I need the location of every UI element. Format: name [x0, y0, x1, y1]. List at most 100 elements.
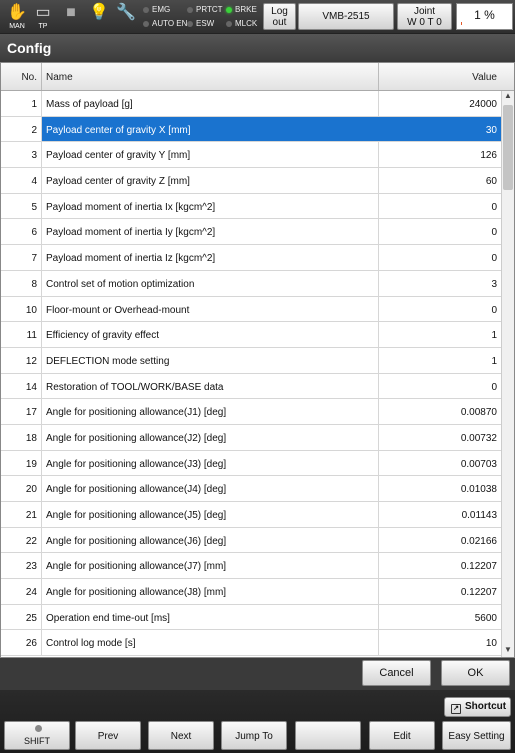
indicator-mlck: MLCK: [226, 19, 257, 29]
lightbulb-icon: 💡: [87, 3, 111, 31]
row-number: 4: [1, 168, 42, 193]
table-row[interactable]: 1 Mass of payload [g] 24000: [1, 91, 501, 117]
row-name: Angle for positioning allowance(J3) [deg…: [42, 450, 379, 476]
row-value: 10: [485, 638, 497, 650]
shortcut-icon: ↗: [451, 704, 461, 714]
table-row[interactable]: 11 Efficiency of gravity effect 1: [1, 322, 501, 348]
pendant-icon: ▭: [35, 4, 51, 21]
header-no[interactable]: No.: [1, 63, 42, 90]
table-row[interactable]: 10 Floor-mount or Overhead-mount 0: [1, 296, 501, 323]
row-value: 1: [491, 330, 497, 342]
table-row[interactable]: 17 Angle for positioning allowance(J1) [d…: [1, 399, 501, 425]
robot-model-button[interactable]: VMB-2515: [298, 3, 394, 30]
header-value[interactable]: Value: [379, 63, 501, 90]
easy-setting-button[interactable]: Easy Setting: [442, 721, 511, 750]
row-name: Efficiency of gravity effect: [42, 322, 379, 347]
manual-mode-icon[interactable]: ✋ MAN: [5, 3, 29, 31]
table-body: 1 Mass of payload [g] 24000 2 Payload center…: [1, 91, 501, 657]
joint-mode-button[interactable]: Joint W 0 T 0: [397, 3, 452, 30]
row-value: 0: [491, 253, 497, 265]
cancel-button[interactable]: Cancel: [362, 660, 431, 686]
indicator-emg: EMG: [143, 5, 170, 15]
prev-button[interactable]: Prev: [75, 721, 141, 750]
scroll-up-icon[interactable]: ▲: [502, 91, 514, 103]
row-number: 20: [1, 476, 42, 501]
row-number: 19: [1, 450, 42, 476]
table-row[interactable]: 23 Angle for positioning allowance(J7) [m…: [1, 553, 501, 580]
next-button[interactable]: Next: [148, 721, 214, 750]
row-value: 0.02166: [460, 535, 497, 547]
row-number: 8: [1, 270, 42, 296]
row-value: 3: [491, 278, 497, 290]
vertical-scrollbar[interactable]: ▲ ▼: [501, 91, 514, 657]
row-value: 0.00703: [460, 458, 497, 470]
row-number: 7: [1, 245, 42, 270]
table-row[interactable]: 24 Angle for positioning allowance(J8) [m…: [1, 579, 501, 605]
row-number: 12: [1, 347, 42, 373]
scroll-down-icon[interactable]: ▼: [502, 645, 514, 657]
table-row[interactable]: 20 Angle for positioning allowance(J4) [d…: [1, 476, 501, 502]
row-number: 3: [1, 142, 42, 168]
status-bar: ✋ MAN ▭ TP ■ 💡 🔧 EMG AUTO EN PRTCT ESW B…: [0, 0, 515, 34]
table-row[interactable]: 22 Angle for positioning allowance(J6) [d…: [1, 527, 501, 554]
table-row[interactable]: 21 Angle for positioning allowance(J5) [d…: [1, 502, 501, 528]
row-value: 0: [491, 304, 497, 316]
prtct-label: PRTCT: [196, 5, 223, 14]
table-row[interactable]: 25 Operation end time-out [ms] 5600: [1, 604, 501, 631]
table-row[interactable]: 26 Control log mode [s] 10: [1, 630, 501, 657]
indicator-auto-en: AUTO EN: [143, 19, 187, 29]
row-value: 60: [485, 176, 497, 188]
row-value: 0.12207: [460, 587, 497, 599]
ok-button[interactable]: OK: [441, 660, 510, 686]
table-row[interactable]: 5 Payload moment of inertia Ix [kgcm^2] 0: [1, 193, 501, 220]
row-name: Payload moment of inertia Ix [kgcm^2]: [42, 193, 379, 219]
row-number: 25: [1, 604, 42, 630]
row-number: 23: [1, 553, 42, 579]
speed-bar: [461, 22, 462, 25]
shift-button[interactable]: SHIFT: [4, 721, 70, 750]
row-value: 0: [491, 201, 497, 213]
table-row[interactable]: 12 DEFLECTION mode setting 1: [1, 347, 501, 374]
table-row[interactable]: 8 Control set of motion optimization 3: [1, 270, 501, 297]
row-value: 0: [491, 227, 497, 239]
jump-to-button[interactable]: Jump To: [221, 721, 287, 750]
table-row[interactable]: 6 Payload moment of inertia Iy [kgcm^2] 0: [1, 219, 501, 246]
indicator-esw: ESW: [187, 19, 214, 29]
emg-label: EMG: [152, 5, 171, 14]
table-row[interactable]: 14 Restoration of TOOL/WORK/BASE data 0: [1, 373, 501, 400]
speed-override-display[interactable]: 1 %: [456, 3, 513, 30]
table-row[interactable]: 4 Payload center of gravity Z [mm] 60: [1, 168, 501, 194]
teach-pendant-icon[interactable]: ▭ TP: [31, 3, 55, 31]
row-number: 2: [1, 116, 42, 142]
robot-model-label: VMB-2515: [322, 11, 370, 22]
indicator-brke: BRKE: [226, 5, 257, 15]
emg-led: [143, 6, 149, 13]
blank-function-button[interactable]: [295, 721, 361, 750]
row-name: Payload moment of inertia Iy [kgcm^2]: [42, 219, 379, 245]
table-row[interactable]: 2 Payload center of gravity X [mm] 30: [1, 116, 501, 143]
logout-label-1: Log: [271, 5, 288, 17]
table-row[interactable]: 18 Angle for positioning allowance(J2) [d…: [1, 424, 501, 451]
row-value: 0.01143: [461, 510, 497, 521]
table-row[interactable]: 3 Payload center of gravity Y [mm] 126: [1, 142, 501, 169]
header-name[interactable]: Name: [42, 63, 379, 90]
table-row[interactable]: 19 Angle for positioning allowance(J3) [d…: [1, 450, 501, 477]
shortcut-button[interactable]: ↗ Shortcut: [444, 697, 511, 717]
speed-value: 1 %: [474, 8, 495, 22]
page-title: Config: [0, 34, 515, 61]
row-name: Payload center of gravity X [mm]: [42, 116, 379, 142]
brke-led: [226, 6, 232, 13]
teach-pendant-screen: ✋ MAN ▭ TP ■ 💡 🔧 EMG AUTO EN PRTCT ESW B…: [0, 0, 515, 753]
edit-button[interactable]: Edit: [369, 721, 435, 750]
row-name: Angle for positioning allowance(J7) [mm]: [42, 553, 379, 579]
logout-label-2: out: [272, 16, 287, 28]
row-name: Angle for positioning allowance(J5) [deg…: [42, 502, 379, 527]
row-number: 17: [1, 399, 42, 424]
row-name: Floor-mount or Overhead-mount: [42, 296, 379, 322]
row-number: 1: [1, 91, 42, 116]
scroll-thumb[interactable]: [503, 105, 513, 190]
hand-icon: ✋: [7, 4, 27, 21]
logout-button[interactable]: Log out: [263, 3, 296, 30]
row-number: 14: [1, 373, 42, 399]
table-row[interactable]: 7 Payload moment of inertia Iz [kgcm^2] 0: [1, 245, 501, 271]
